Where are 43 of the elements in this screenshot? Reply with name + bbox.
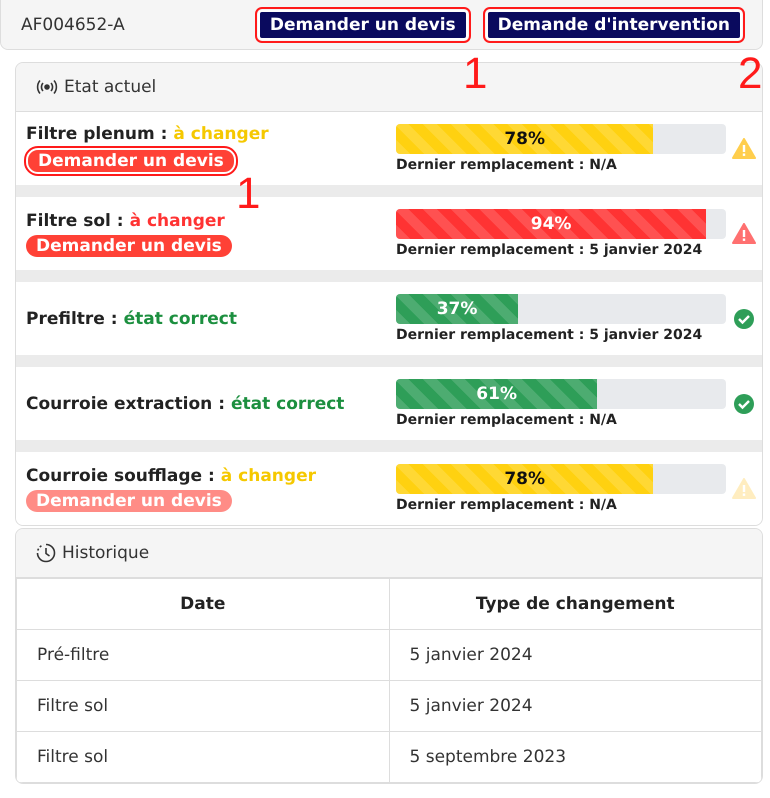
warning-icon bbox=[732, 478, 756, 499]
reference-code: AF004652-A bbox=[21, 14, 126, 34]
check-circle-icon bbox=[733, 308, 755, 330]
progress-percent: 37% bbox=[436, 298, 478, 321]
component-name: Filtre plenum : bbox=[26, 124, 168, 144]
component-name: Prefiltre : bbox=[26, 308, 118, 328]
clock-icon bbox=[36, 543, 56, 563]
component-status: état correct bbox=[231, 394, 344, 414]
component-status: à changer bbox=[130, 210, 225, 230]
component-name: Filtre sol : bbox=[26, 210, 124, 230]
table-cell: 5 janvier 2024 bbox=[389, 630, 762, 680]
progress-percent: 61% bbox=[476, 383, 517, 406]
card-title: Historique bbox=[62, 543, 150, 563]
column-header: Type de changement bbox=[389, 578, 762, 630]
last-replacement: Dernier remplacement : N/A bbox=[396, 412, 618, 428]
broadcast-icon bbox=[36, 79, 58, 95]
annotation-number: 2 bbox=[738, 52, 762, 96]
last-replacement: Dernier remplacement : 5 janvier 2024 bbox=[396, 327, 704, 343]
table-cell: Filtre sol bbox=[16, 732, 389, 782]
progress-percent: 78% bbox=[504, 128, 546, 151]
component-status: état correct bbox=[124, 308, 237, 328]
warning-icon bbox=[732, 138, 756, 159]
table-cell: 5 janvier 2024 bbox=[389, 680, 762, 732]
card-title: Etat actuel bbox=[64, 77, 156, 97]
check-circle-icon bbox=[733, 392, 755, 414]
last-replacement: Dernier remplacement : 5 janvier 2024 bbox=[396, 242, 704, 258]
progress-percent: 94% bbox=[530, 213, 572, 236]
annotation-number: 1 bbox=[463, 52, 488, 96]
table-cell: 5 septembre 2023 bbox=[389, 732, 762, 782]
annotation-number: 1 bbox=[236, 172, 260, 216]
last-replacement: Dernier remplacement : N/A bbox=[396, 497, 618, 513]
table-cell: Filtre sol bbox=[16, 680, 389, 732]
progress-percent: 78% bbox=[504, 468, 546, 491]
warning-icon bbox=[732, 223, 756, 244]
component-name: Courroie soufflage : bbox=[26, 466, 215, 486]
component-name: Courroie extraction : bbox=[26, 394, 225, 414]
quote-request-button[interactable]: Demander un devis bbox=[26, 234, 232, 256]
component-status: à changer bbox=[220, 466, 316, 486]
column-header: Date bbox=[16, 578, 389, 630]
component-status: à changer bbox=[173, 124, 269, 144]
last-replacement: Dernier remplacement : N/A bbox=[396, 157, 618, 173]
table-cell: Pré-filtre bbox=[16, 630, 389, 680]
quote-request-button[interactable]: Demander un devis bbox=[26, 148, 236, 174]
